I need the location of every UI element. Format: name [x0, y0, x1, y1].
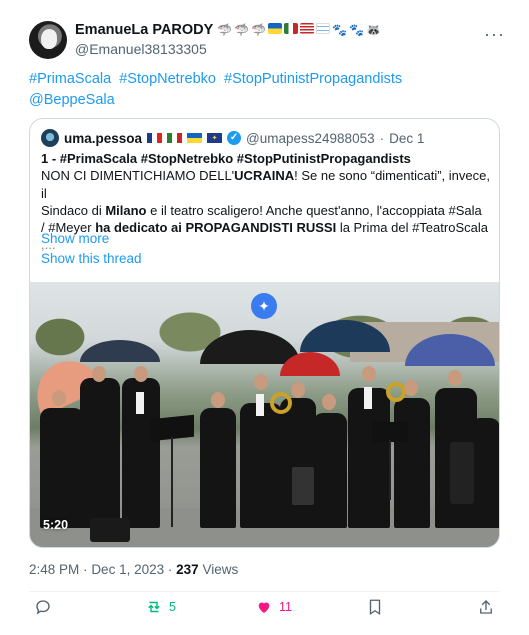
musician-shirt	[364, 387, 372, 409]
like-count: 11	[279, 600, 292, 614]
italy-flag-icon	[167, 133, 183, 143]
musician-head	[322, 394, 336, 410]
quoted-avatar[interactable]	[41, 129, 59, 147]
italy-flag-icon	[284, 23, 299, 34]
musician-head	[52, 390, 66, 406]
shark-icon: 🦈	[234, 23, 250, 37]
retweet-button[interactable]: 5	[145, 598, 176, 616]
musician-head	[134, 366, 148, 382]
paw-icon: 🐾	[349, 23, 365, 37]
instrument-case	[292, 467, 314, 505]
quoted-emphasis: UCRAINA	[234, 168, 295, 184]
france-flag-icon	[147, 133, 163, 143]
musician-head	[291, 382, 305, 398]
tweet-text: #PrimaScala #StopNetrebko #StopPutinistP…	[29, 69, 499, 111]
more-options-icon[interactable]: ···	[484, 24, 505, 45]
musician	[394, 398, 430, 528]
shark-icon: 🦈	[251, 23, 267, 37]
music-stand	[372, 422, 408, 442]
musician-head	[211, 392, 225, 408]
raccoon-icon: 🦝	[366, 23, 382, 37]
hashtag-link[interactable]: #StopNetrebko	[119, 71, 216, 87]
separator: ·	[379, 130, 385, 146]
musician-head	[254, 374, 268, 390]
tweet-time[interactable]: 2:48 PM	[29, 562, 79, 577]
quoted-author-name[interactable]: uma.pessoa	[64, 131, 142, 146]
music-stand-pole	[171, 437, 173, 527]
musician	[40, 408, 84, 528]
views-label: Views	[202, 562, 239, 577]
quoted-date[interactable]: Dec 1	[389, 131, 424, 146]
verified-icon: ✓	[227, 131, 242, 145]
show-more-link[interactable]: Show more	[41, 231, 109, 246]
separator: ·	[167, 562, 173, 577]
quoted-tweet[interactable]: uma.pessoa ✦ ✓ @umapess24988053 · Dec 1 …	[29, 118, 500, 548]
retweet-icon	[148, 601, 160, 613]
author-emoji-row: 🦈 🦈 🦈 🐾 🐾 🦝	[217, 23, 381, 37]
author-name-row: EmanueLa PARODY 🦈 🦈 🦈 🐾 🐾 🦝	[75, 22, 381, 38]
hashtag-link[interactable]: #StopPutinistPropagandists	[224, 71, 402, 87]
quoted-tweet-header: uma.pessoa ✦ ✓ @umapess24988053 · Dec 1	[41, 129, 424, 147]
musician	[313, 413, 347, 528]
musician-head	[92, 366, 106, 382]
retweet-count: 5	[169, 600, 176, 614]
quoted-line: la Prima del #TeatroScala	[336, 220, 488, 236]
israel-flag-icon	[316, 23, 331, 34]
share-button[interactable]	[477, 598, 495, 616]
author-name[interactable]: EmanueLa PARODY	[75, 22, 213, 38]
quoted-author-handle[interactable]: @umapess24988053	[246, 131, 375, 146]
separator: ·	[83, 562, 88, 577]
quoted-line: NON CI DIMENTICHIAMO DELL'	[41, 168, 235, 184]
musician-head	[362, 366, 376, 382]
video-player[interactable]: ✦ 5:20	[30, 282, 499, 547]
like-button[interactable]: 11	[255, 598, 292, 616]
quoted-line: e il teatro scaligero! Anche quest'anno,…	[146, 202, 482, 218]
french-horn	[270, 392, 292, 414]
music-stand-pole	[389, 440, 391, 500]
video-duration: 5:20	[43, 518, 69, 532]
quoted-emphasis: ha dedicato ai PROPAGANDISTI RUSSI	[95, 220, 337, 236]
paw-icon: 🐾	[332, 23, 348, 37]
musician	[280, 398, 316, 528]
quoted-emphasis: Milano	[105, 202, 147, 218]
quoted-line: 1 - #PrimaScala #StopNetrebko #StopPutin…	[41, 151, 411, 166]
show-thread-link[interactable]: Show this thread	[41, 251, 142, 266]
musician	[470, 418, 499, 528]
author-handle[interactable]: @Emanuel38133305	[75, 41, 207, 57]
musician-shirt	[256, 394, 264, 416]
reply-button[interactable]	[34, 598, 52, 616]
musician	[80, 378, 120, 528]
views-count: 237	[176, 562, 199, 577]
bookmark-button[interactable]	[366, 598, 384, 616]
musician	[200, 408, 236, 528]
hashtag-link[interactable]: #PrimaScala	[29, 71, 111, 87]
quoted-line: Sindaco di	[41, 202, 106, 218]
share-icon	[480, 600, 492, 614]
tweet-meta: 2:48 PM · Dec 1, 2023 · 237 Views	[29, 562, 238, 577]
french-horn	[386, 382, 406, 402]
reply-icon	[36, 600, 50, 615]
tweet-date[interactable]: Dec 1, 2023	[91, 562, 164, 577]
musician-head	[448, 370, 462, 386]
mention-link[interactable]: @BeppeSala	[29, 92, 115, 108]
musician-shirt	[136, 392, 144, 414]
shark-icon: 🦈	[217, 23, 233, 37]
usa-flag-icon	[300, 23, 315, 34]
eu-flag-icon: ✦	[207, 133, 223, 143]
ukraine-flag-icon	[187, 133, 203, 143]
author-avatar[interactable]	[29, 21, 67, 59]
musician-head	[404, 380, 418, 396]
heart-icon	[258, 602, 270, 613]
musician	[348, 388, 390, 528]
ai-sparkle-icon[interactable]: ✦	[251, 293, 277, 319]
instrument-case	[450, 442, 474, 504]
divider	[29, 591, 500, 592]
ukraine-flag-icon	[268, 23, 283, 34]
bookmark-icon	[369, 599, 381, 616]
tweet-actions: 5 11	[29, 598, 500, 622]
musician	[240, 403, 282, 528]
bag	[90, 518, 130, 542]
